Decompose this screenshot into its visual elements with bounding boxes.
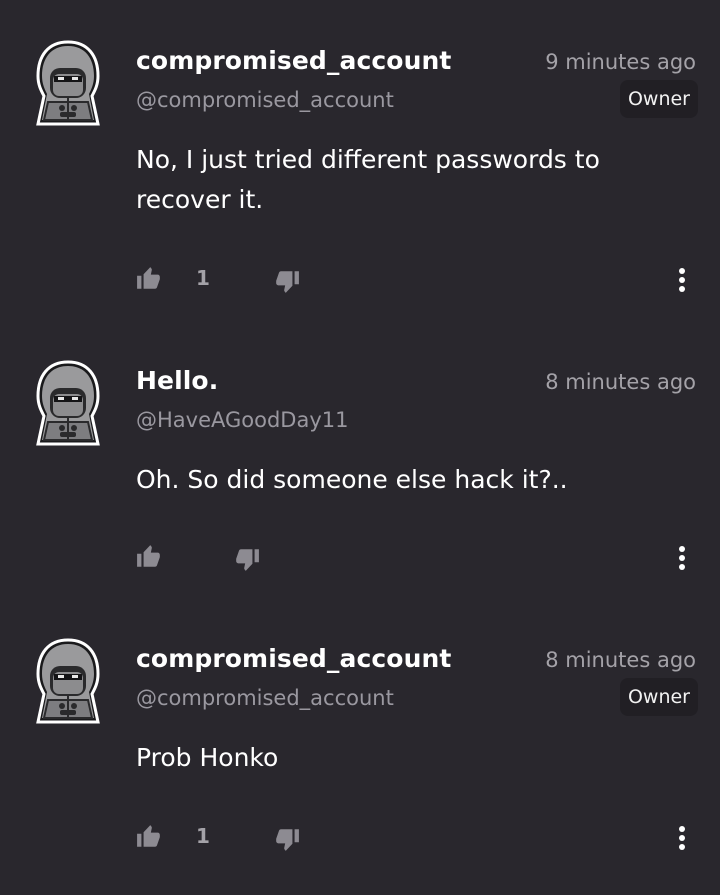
comment-timestamp: 8 minutes ago	[545, 648, 696, 672]
more-vertical-icon	[674, 266, 690, 294]
comment-timestamp: 8 minutes ago	[545, 370, 696, 394]
more-vertical-icon	[674, 544, 690, 572]
more-options-button[interactable]	[674, 824, 690, 852]
avatar[interactable]	[34, 360, 102, 450]
comment-handle[interactable]: @compromised_account	[136, 686, 394, 710]
dislike-button[interactable]	[274, 268, 300, 294]
comment-handle[interactable]: @HaveAGoodDay11	[136, 408, 349, 432]
comment-text: Oh. So did someone else hack it?..	[136, 465, 568, 494]
thumbs-down-icon	[274, 826, 300, 852]
comment-item: Hello. @HaveAGoodDay11 8 minutes ago Oh.…	[0, 320, 720, 610]
thumbs-up-icon	[136, 266, 162, 292]
comment-handle[interactable]: @compromised_account	[136, 88, 394, 112]
more-options-button[interactable]	[674, 544, 690, 572]
comment-timestamp: 9 minutes ago	[545, 50, 696, 74]
avatar[interactable]	[34, 40, 102, 130]
like-button[interactable]	[136, 266, 162, 292]
like-button[interactable]	[136, 824, 162, 850]
comment-username[interactable]: compromised_account	[136, 644, 451, 673]
owner-badge: Owner	[619, 678, 698, 716]
like-button[interactable]	[136, 544, 162, 570]
hooded-figure-avatar-icon	[34, 40, 102, 130]
comment-actions: 1	[0, 820, 720, 856]
dislike-button[interactable]	[274, 826, 300, 852]
more-options-button[interactable]	[674, 266, 690, 294]
owner-badge: Owner	[619, 80, 698, 118]
comment-username[interactable]: compromised_account	[136, 46, 451, 75]
comment-actions	[0, 540, 720, 576]
like-count: 1	[196, 266, 210, 290]
comment-item: compromised_account @compromised_account…	[0, 598, 720, 888]
hooded-figure-avatar-icon	[34, 360, 102, 450]
more-vertical-icon	[674, 824, 690, 852]
thumbs-up-icon	[136, 824, 162, 850]
comment-username[interactable]: Hello.	[136, 366, 218, 395]
comment-actions: 1	[0, 262, 720, 298]
dislike-button[interactable]	[234, 546, 260, 572]
comment-text: No, I just tried different passwords to …	[136, 145, 600, 214]
like-count: 1	[196, 824, 210, 848]
thumbs-up-icon	[136, 544, 162, 570]
avatar[interactable]	[34, 638, 102, 728]
thumbs-down-icon	[274, 268, 300, 294]
hooded-figure-avatar-icon	[34, 638, 102, 728]
thumbs-down-icon	[234, 546, 260, 572]
comment-text: Prob Honko	[136, 743, 279, 772]
comment-item: compromised_account @compromised_account…	[0, 0, 720, 290]
